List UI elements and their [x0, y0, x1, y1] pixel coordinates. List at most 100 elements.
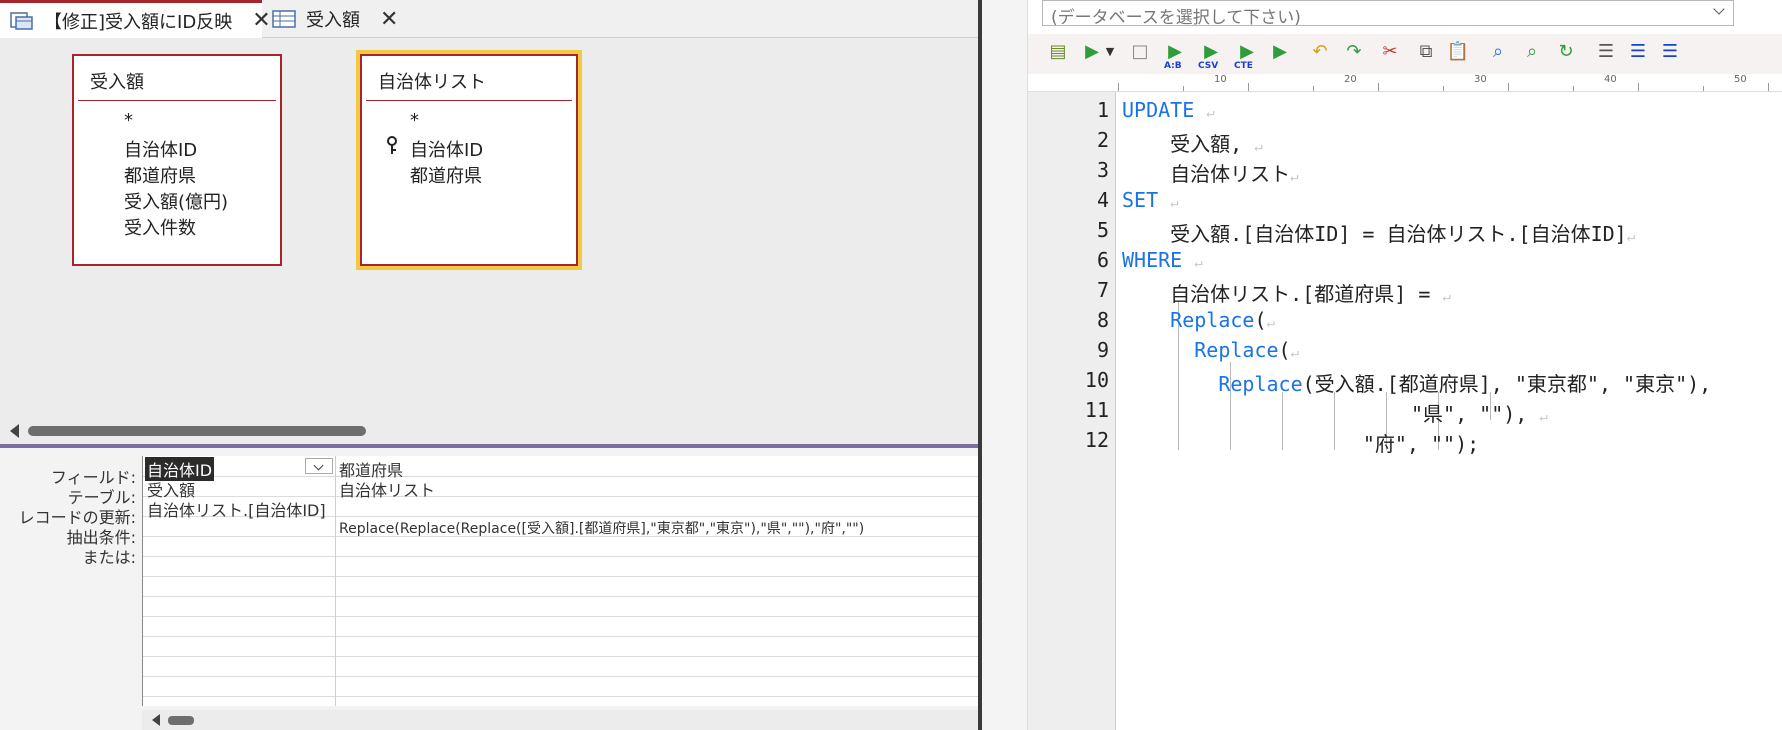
database-select[interactable]: (データベースを選択して下さい) [1042, 0, 1734, 28]
scroll-thumb[interactable] [168, 716, 194, 725]
code-line: Replace(受入額.[都道府県], "東京都", "東京"), [1122, 368, 1711, 397]
close-icon[interactable]: ✕ [380, 7, 398, 32]
code-editor[interactable]: UPDATE ↵ 受入額, ↵ 自治体リスト↵ SET ↵ 受入額.[自治体ID… [1116, 92, 1782, 730]
search-icon[interactable]: ⌕ [1486, 40, 1510, 66]
database-select-placeholder: (データベースを選択して下さい) [1051, 8, 1301, 28]
line-number: 3 [1096, 158, 1109, 182]
ruler-number: 50 [1734, 74, 1747, 85]
line-number: 12 [1084, 428, 1109, 452]
run-cte-button[interactable]: ▶ CTE [1232, 40, 1262, 71]
line-number: 5 [1096, 218, 1109, 242]
design-grid: フィールド: テーブル: レコードの更新: 抽出条件: または: 自治体ID 受… [0, 448, 979, 730]
indent-icon[interactable]: ☰ [1658, 40, 1682, 66]
code-line: UPDATE ↵ [1122, 98, 1215, 122]
editor-side-strip [982, 0, 1028, 730]
field-item[interactable]: * [124, 110, 133, 131]
return-mark: ↵ [1290, 169, 1299, 185]
field-item[interactable]: 受入件数 [124, 214, 196, 240]
run-ab-button[interactable]: ▶ A:B [1160, 40, 1190, 71]
line-number: 4 [1096, 188, 1109, 212]
field-item[interactable]: 自治体ID [410, 136, 483, 162]
return-mark: ↵ [1194, 255, 1203, 271]
stop-icon[interactable]: □ [1128, 40, 1152, 66]
code-text: 受入額, [1122, 132, 1243, 156]
field-list-juniugaku[interactable]: 受入額 * 自治体ID 都道府県 受入額(億円) 受入件数 [72, 54, 282, 266]
undo-icon[interactable]: ↶ [1308, 40, 1332, 66]
redo-icon[interactable]: ↷ [1342, 40, 1366, 66]
code-line: WHERE ↵ [1122, 248, 1203, 272]
field-item[interactable]: 自治体ID [124, 136, 197, 162]
row-label-or: または: [82, 548, 136, 567]
code-text: ( [1254, 308, 1267, 332]
ruler-number: 20 [1344, 74, 1357, 85]
chevron-down-icon[interactable] [1713, 3, 1725, 15]
tab-label: 【修正]受入額にID反映 [44, 11, 233, 33]
code-keyword: Replace [1194, 338, 1279, 362]
wrap-icon[interactable]: ☰ [1626, 40, 1650, 66]
loop-icon[interactable]: ↻ [1554, 40, 1578, 66]
code-keyword: Replace [1170, 308, 1255, 332]
chevron-down-icon[interactable]: ▼ [1098, 40, 1122, 66]
grid-horizontal-scrollbar[interactable] [142, 710, 978, 730]
grid-cells: 自治体ID 受入額 自治体リスト.[自治体ID] 都道府県 自治体リスト Rep… [142, 456, 979, 706]
field-list-title: 自治体リスト [378, 72, 486, 93]
grid-criteria-cell[interactable]: Replace(Replace(Replace([受入額].[都道府県],"東京… [339, 518, 975, 538]
scroll-left-icon[interactable] [10, 424, 19, 438]
code-line: Replace(↵ [1122, 338, 1299, 362]
run-help-icon[interactable]: ▶ [1268, 40, 1292, 66]
code-keyword: UPDATE [1122, 98, 1195, 122]
ruler-number: 10 [1214, 74, 1227, 85]
code-text: 自治体リスト [1122, 162, 1291, 186]
return-mark: ↵ [1290, 345, 1300, 361]
tab-bar: 【修正]受入額にID反映 ✕ 受入額 ✕ [0, 0, 978, 38]
return-mark: ↵ [1206, 105, 1215, 121]
tab-update-query[interactable]: 【修正]受入額にID反映 ✕ [0, 0, 271, 38]
query-icon [10, 11, 34, 31]
tab-table[interactable]: 受入額 ✕ [262, 0, 398, 38]
grid-update-cell[interactable]: 自治体リスト.[自治体ID] [147, 497, 326, 521]
field-item[interactable]: 都道府県 [124, 162, 196, 188]
tab-label: 受入額 [306, 10, 360, 31]
line-number: 6 [1096, 248, 1109, 272]
code-line: 受入額, ↵ [1122, 128, 1263, 157]
code-line: Replace(↵ [1122, 308, 1275, 332]
code-line: "府", ""); [1122, 428, 1479, 457]
line-number: 9 [1096, 338, 1109, 362]
key-icon [386, 136, 398, 161]
code-line: SET ↵ [1122, 188, 1179, 212]
code-line: 受入額.[自治体ID] = 自治体リスト.[自治体ID]↵ [1122, 218, 1635, 247]
design-horizontal-scrollbar[interactable] [0, 418, 978, 444]
ruler-number: 30 [1474, 74, 1487, 85]
code-keyword: Replace [1218, 372, 1303, 396]
copy-icon[interactable]: ⧉ [1414, 40, 1438, 66]
divider [78, 100, 276, 101]
grid-table-cell[interactable]: 自治体リスト [339, 477, 435, 501]
return-mark: ↵ [1170, 195, 1179, 211]
field-item[interactable]: 受入額(億円) [124, 188, 228, 214]
code-text: "府", ""); [1122, 432, 1480, 456]
table-design-area: 受入額 * 自治体ID 都道府県 受入額(億円) 受入件数 自治体リスト * 自… [0, 38, 978, 444]
field-list-jichitai[interactable]: 自治体リスト * 自治体ID 都道府県 [360, 54, 578, 266]
scroll-thumb[interactable] [28, 426, 366, 436]
code-line: 自治体リスト.[都道府県] = ↵ [1122, 278, 1451, 307]
line-number-gutter: 1 2 3 4 5 6 7 8 9 10 11 12 [1028, 92, 1116, 730]
cut-icon[interactable]: ✂ [1378, 40, 1402, 66]
line-number: 11 [1084, 398, 1109, 422]
align-icon[interactable]: ☰ [1594, 40, 1618, 66]
replace-icon[interactable]: ⌕ [1520, 40, 1544, 66]
return-mark: ↵ [1266, 315, 1275, 331]
scroll-left-icon[interactable] [152, 714, 160, 726]
field-item[interactable]: * [410, 110, 419, 131]
code-keyword: SET [1122, 188, 1159, 212]
open-icon[interactable]: ▤ [1046, 40, 1070, 66]
chevron-down-icon[interactable] [305, 458, 333, 474]
run-csv-button[interactable]: ▶ CSV [1196, 40, 1226, 71]
line-number: 2 [1096, 128, 1109, 152]
divider [366, 100, 572, 101]
paste-icon[interactable]: 📋 [1446, 40, 1470, 66]
field-item[interactable]: 都道府県 [410, 162, 482, 188]
line-number: 7 [1096, 278, 1109, 302]
sql-editor: (データベースを選択して下さい) ▤ ▶ ▼ □ ▶ A:B ▶ CSV ▶ CTE … [982, 0, 1782, 730]
